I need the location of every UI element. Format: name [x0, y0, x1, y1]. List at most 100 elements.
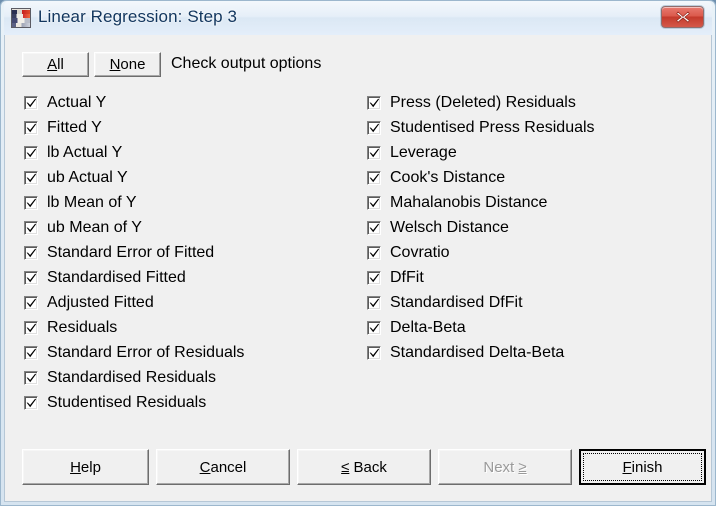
checkbox-right-2[interactable] [367, 146, 381, 160]
checkbox-left-5[interactable] [24, 221, 38, 235]
close-button[interactable] [661, 6, 704, 28]
checkmark-icon [26, 298, 37, 308]
checkbox-row[interactable]: Leverage [367, 142, 457, 164]
next-button-label: Next ≥ [483, 459, 526, 476]
checkbox-row[interactable]: Adjusted Fitted [24, 292, 154, 314]
checkbox-row[interactable]: Actual Y [24, 92, 106, 114]
checkbox-label: Cook's Distance [390, 169, 506, 186]
checkbox-left-11[interactable] [24, 371, 38, 385]
select-none-accel: N [109, 56, 121, 73]
checkbox-right-4[interactable] [367, 196, 381, 210]
checkbox-label: Standardised Residuals [47, 369, 216, 386]
checkbox-label: Actual Y [47, 94, 107, 111]
checkbox-row[interactable]: Fitted Y [24, 117, 102, 139]
checkmark-icon [26, 248, 37, 258]
checkmark-icon [26, 373, 37, 383]
checkbox-label: Residuals [47, 319, 118, 336]
checkmark-icon [26, 273, 37, 283]
checkmark-icon [26, 98, 37, 108]
checkbox-label: Adjusted Fitted [47, 294, 154, 311]
checkbox-right-3[interactable] [367, 171, 381, 185]
checkbox-row[interactable]: Studentised Residuals [24, 392, 206, 414]
checkbox-row[interactable]: Studentised Press Residuals [367, 117, 595, 139]
select-all-rest: ll [57, 56, 64, 73]
checkbox-label: ub Actual Y [47, 169, 128, 186]
finish-button[interactable]: Finish [579, 449, 706, 485]
checkbox-label: Standardised DfFit [390, 294, 523, 311]
checkbox-row[interactable]: ub Actual Y [24, 167, 128, 189]
checkbox-right-1[interactable] [367, 121, 381, 135]
checkbox-right-10[interactable] [367, 346, 381, 360]
checkbox-row[interactable]: Standardised Delta-Beta [367, 342, 564, 364]
checkbox-label: Leverage [390, 144, 457, 161]
select-none-button[interactable]: None [94, 52, 161, 77]
checkbox-label: Standardised Fitted [47, 269, 186, 286]
checkbox-label: Studentised Press Residuals [390, 119, 595, 136]
checkbox-row[interactable]: Standardised Residuals [24, 367, 216, 389]
checkbox-row[interactable]: Press (Deleted) Residuals [367, 92, 576, 114]
checkbox-label: Mahalanobis Distance [390, 194, 548, 211]
help-button-label: Help [70, 459, 101, 476]
checkbox-label: Press (Deleted) Residuals [390, 94, 576, 111]
checkbox-label: Standardised Delta-Beta [390, 344, 565, 361]
cancel-button[interactable]: Cancel [156, 449, 290, 485]
checkbox-right-9[interactable] [367, 321, 381, 335]
checkmark-icon [26, 223, 37, 233]
checkbox-left-6[interactable] [24, 246, 38, 260]
checkbox-left-2[interactable] [24, 146, 38, 160]
next-button: Next ≥ [438, 449, 572, 485]
checkbox-label: Delta-Beta [390, 319, 466, 336]
cancel-button-label-accel: C [199, 458, 211, 476]
checkbox-row[interactable]: Standard Error of Fitted [24, 242, 214, 264]
app-chart-icon [11, 8, 31, 28]
checkbox-label: DfFit [390, 269, 424, 286]
checkbox-right-8[interactable] [367, 296, 381, 310]
checkbox-right-7[interactable] [367, 271, 381, 285]
cancel-button-label-post: ancel [210, 458, 247, 476]
checkbox-row[interactable]: Residuals [24, 317, 117, 339]
checkbox-right-0[interactable] [367, 96, 381, 110]
next-button-label-accel: ≥ [518, 458, 527, 476]
checkbox-row[interactable]: ub Mean of Y [24, 217, 142, 239]
back-button-label: ≤ Back [341, 459, 387, 476]
checkbox-label: Studentised Residuals [47, 394, 207, 411]
checkbox-label: Standard Error of Residuals [47, 344, 245, 361]
select-all-button[interactable]: All [22, 52, 89, 77]
checkmark-icon [369, 273, 380, 283]
checkmark-icon [369, 173, 380, 183]
help-button[interactable]: Help [22, 449, 149, 485]
checkbox-row[interactable]: Delta-Beta [367, 317, 466, 339]
checkbox-row[interactable]: Standardised DfFit [367, 292, 523, 314]
checkbox-right-6[interactable] [367, 246, 381, 260]
dialog-client-area: All None Check output options Actual Y Fi… [4, 35, 712, 502]
checkbox-row[interactable]: Standardised Fitted [24, 267, 186, 289]
checkmark-icon [369, 248, 380, 258]
title-bar[interactable]: Linear Regression: Step 3 [4, 1, 712, 35]
checkbox-left-3[interactable] [24, 171, 38, 185]
checkbox-right-5[interactable] [367, 221, 381, 235]
next-button-label-pre: Next [483, 458, 519, 476]
checkbox-row[interactable]: Standard Error of Residuals [24, 342, 244, 364]
checkbox-left-4[interactable] [24, 196, 38, 210]
checkbox-row[interactable]: Cook's Distance [367, 167, 505, 189]
checkbox-row[interactable]: Welsch Distance [367, 217, 509, 239]
checkbox-left-9[interactable] [24, 321, 38, 335]
checkbox-label: Welsch Distance [390, 219, 509, 236]
checkbox-row[interactable]: lb Mean of Y [24, 192, 137, 214]
checkbox-row[interactable]: Mahalanobis Distance [367, 192, 547, 214]
checkbox-row[interactable]: Covratio [367, 242, 450, 264]
focus-ring [583, 453, 702, 481]
checkbox-left-0[interactable] [24, 96, 38, 110]
checkbox-label: Covratio [390, 244, 450, 261]
checkbox-left-1[interactable] [24, 121, 38, 135]
checkbox-left-7[interactable] [24, 271, 38, 285]
window-frame-inner: Linear Regression: Step 3 All None Check… [4, 1, 712, 502]
select-none-label: None [110, 56, 146, 73]
checkbox-row[interactable]: DfFit [367, 267, 424, 289]
select-all-accel: A [47, 56, 58, 73]
back-button[interactable]: ≤ Back [297, 449, 431, 485]
checkbox-left-8[interactable] [24, 296, 38, 310]
checkbox-left-12[interactable] [24, 396, 38, 410]
checkbox-left-10[interactable] [24, 346, 38, 360]
checkbox-row[interactable]: lb Actual Y [24, 142, 122, 164]
